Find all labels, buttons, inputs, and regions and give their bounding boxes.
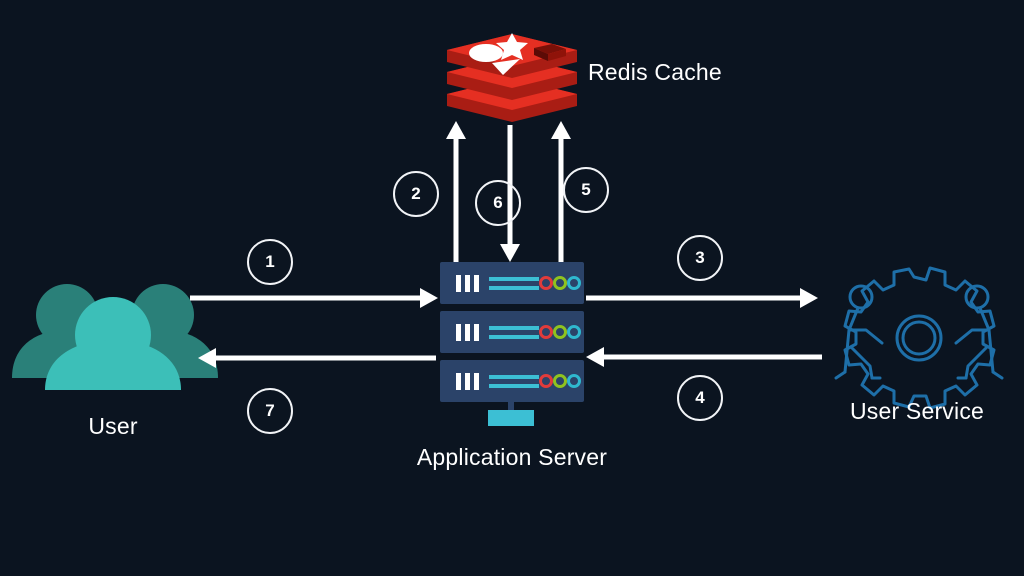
users-group-icon	[12, 284, 218, 390]
step-badge-1[interactable]: 1	[247, 239, 293, 285]
step-badge-label: 6	[493, 193, 503, 212]
server-rack-icon	[440, 262, 584, 402]
flow-arrow-4	[586, 347, 822, 367]
diagram-graphics	[12, 33, 1004, 426]
step-badge-3[interactable]: 3	[677, 235, 723, 281]
node-label-user: User	[88, 413, 138, 439]
step-badge-label: 5	[581, 180, 591, 199]
redis-stack-icon	[447, 33, 577, 122]
step-badge-5[interactable]: 5	[563, 167, 609, 213]
flow-arrow-2	[446, 121, 466, 262]
server-stand	[488, 398, 534, 426]
flow-arrow-1	[190, 288, 438, 308]
gear-with-people-icon	[834, 266, 1004, 410]
step-badge-6[interactable]: 6	[475, 180, 521, 226]
step-badge-2[interactable]: 2	[393, 171, 439, 217]
step-badge-7[interactable]: 7	[247, 388, 293, 434]
diagram-canvas: 1 2 3 4 5 6 7 User Redis Cache Applicati…	[0, 0, 1024, 576]
node-label-application-server: Application Server	[416, 444, 608, 470]
step-badge-label: 4	[695, 388, 705, 407]
step-badge-label: 1	[265, 252, 275, 271]
flow-arrow-7	[198, 348, 436, 368]
flow-arrow-3	[586, 288, 818, 308]
step-badge-label: 2	[411, 184, 421, 203]
node-label-user-service: User Service	[849, 398, 985, 424]
step-badge-label: 7	[265, 401, 275, 420]
node-label-redis-cache: Redis Cache	[588, 59, 722, 85]
step-badge-4[interactable]: 4	[677, 375, 723, 421]
step-badge-label: 3	[695, 248, 705, 267]
